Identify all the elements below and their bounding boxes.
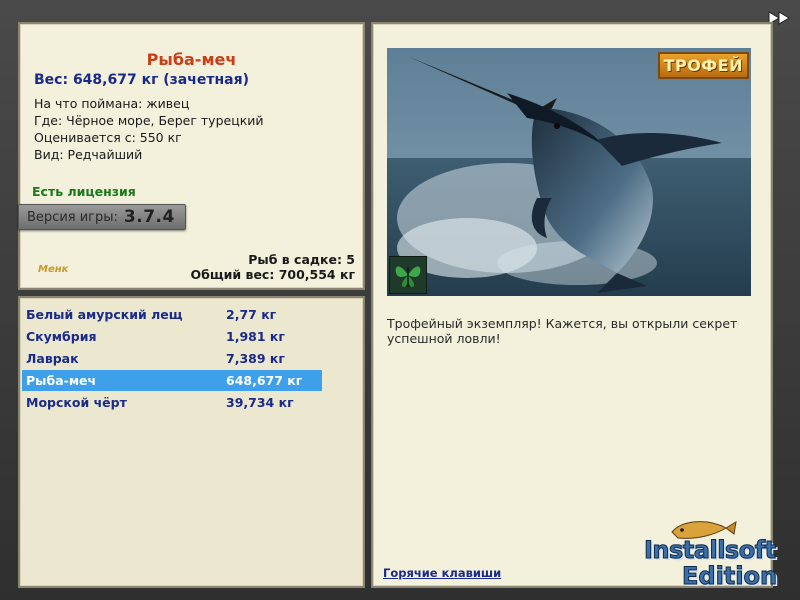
menu-logo[interactable]: Менк bbox=[38, 264, 68, 275]
fish-estimate: Оценивается с: 550 кг bbox=[34, 130, 182, 145]
fish-location: Где: Чёрное море, Берег турецкий bbox=[34, 113, 264, 128]
brand-line1: Installsoft bbox=[644, 536, 777, 565]
fish-weight: Вес: 648,677 кг (зачетная) bbox=[34, 72, 249, 88]
list-item-weight: 2,77 кг bbox=[226, 307, 277, 322]
list-item-weight: 648,677 кг bbox=[226, 373, 303, 388]
version-label: Версия игры: bbox=[27, 209, 118, 225]
keepnet-count: Рыб в садке: 5 bbox=[248, 252, 355, 267]
game-window: Рыба-меч Вес: 648,677 кг (зачетная) На ч… bbox=[0, 0, 800, 600]
list-item[interactable]: Белый амурский лещ 2,77 кг bbox=[22, 304, 322, 325]
fish-info-panel: Рыба-меч Вес: 648,677 кг (зачетная) На ч… bbox=[18, 22, 365, 290]
list-item-name: Белый амурский лещ bbox=[26, 307, 183, 322]
installsoft-logo: Installsoft Edition bbox=[640, 518, 796, 594]
fish-bait: На что поймана: живец bbox=[34, 96, 190, 111]
hotkeys-link[interactable]: Горячие клавиши bbox=[383, 566, 501, 580]
list-item-weight: 7,389 кг bbox=[226, 351, 285, 366]
fish-title: Рыба-меч bbox=[146, 50, 237, 69]
list-item[interactable]: Лаврак 7,389 кг bbox=[22, 348, 322, 369]
list-item[interactable]: Скумбрия 1,981 кг bbox=[22, 326, 322, 347]
trophy-panel: ТРОФЕЙ Трофейный экземпляр! Кажется, вы … bbox=[371, 22, 773, 588]
trophy-badge: ТРОФЕЙ bbox=[657, 52, 749, 79]
version-number: 3.7.4 bbox=[123, 207, 175, 227]
keepnet-total-weight: Общий вес: 700,554 кг bbox=[190, 267, 356, 282]
list-item-name: Морской чёрт bbox=[26, 395, 127, 410]
version-badge: Версия игры: 3.7.4 bbox=[18, 204, 186, 230]
list-item-weight: 1,981 кг bbox=[226, 329, 285, 344]
fish-rarity: Вид: Редчайший bbox=[34, 147, 143, 162]
butterfly-icon bbox=[389, 256, 427, 294]
list-item-name: Лаврак bbox=[26, 351, 79, 366]
catch-list-panel: Белый амурский лещ 2,77 кг Скумбрия 1,98… bbox=[18, 296, 365, 588]
list-item-selected[interactable]: Рыба-меч 648,677 кг bbox=[22, 370, 322, 391]
brand-line2: Edition bbox=[681, 562, 778, 591]
list-item-weight: 39,734 кг bbox=[226, 395, 294, 410]
trophy-message: Трофейный экземпляр! Кажется, вы открыли… bbox=[387, 316, 738, 346]
list-item[interactable]: Морской чёрт 39,734 кг bbox=[22, 392, 322, 413]
license-status: Есть лицензия bbox=[32, 184, 136, 199]
list-item-name: Рыба-меч bbox=[26, 373, 97, 388]
list-item-name: Скумбрия bbox=[26, 329, 97, 344]
fish-photo: ТРОФЕЙ bbox=[387, 48, 751, 296]
swordfish-illustration bbox=[387, 48, 751, 296]
